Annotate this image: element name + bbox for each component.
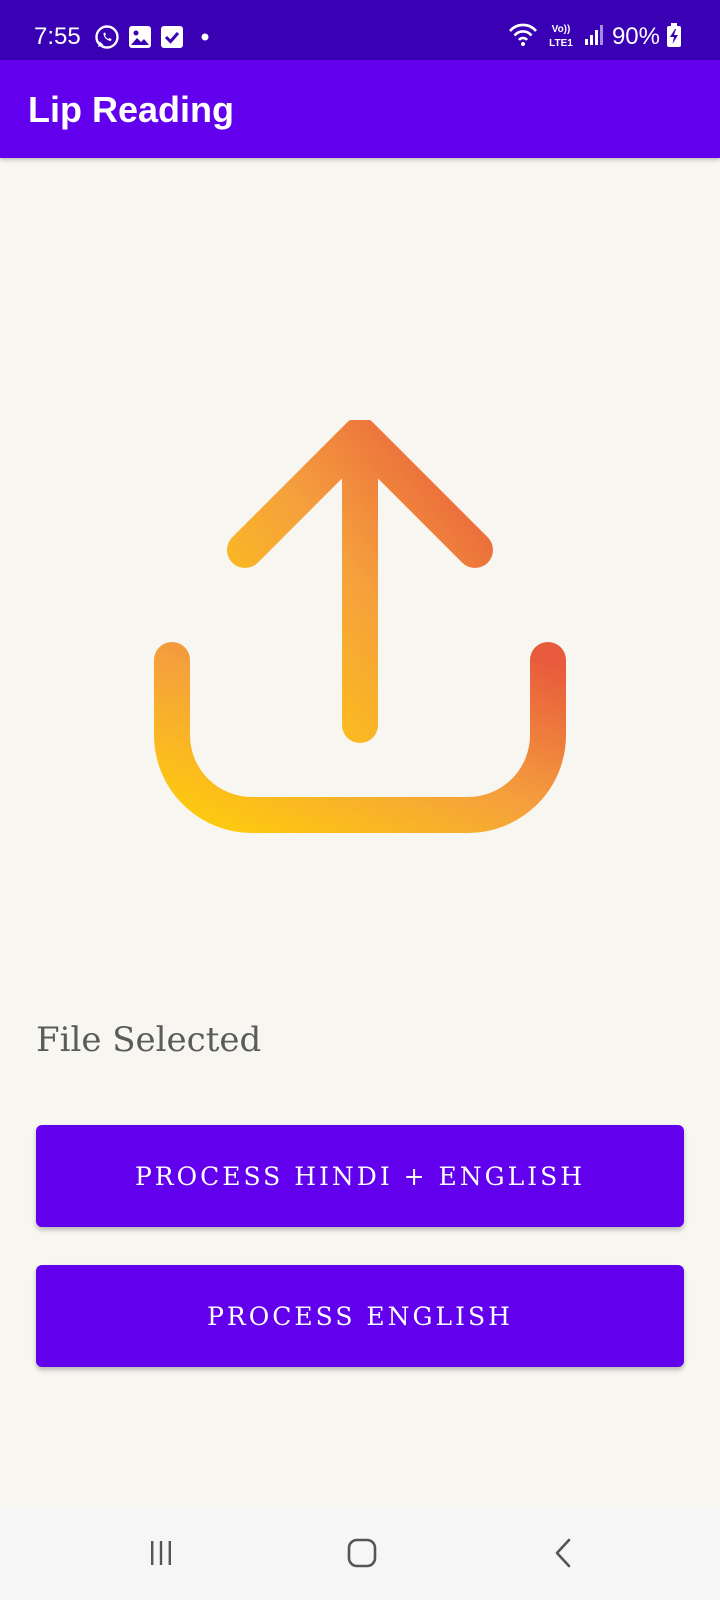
app-title: Lip Reading [28,89,234,130]
back-icon [549,1537,579,1574]
svg-text:Vo)): Vo)) [552,24,571,35]
network-label: LTE1 [549,38,573,49]
home-button[interactable] [332,1530,392,1580]
file-status-text: File Selected [36,1020,262,1060]
process-english-button[interactable]: PROCESS ENGLISH [36,1265,684,1367]
status-bar: 7:55 Vo)) LTE1 90% [0,0,720,60]
status-time: 7:55 [34,23,81,50]
volte-icon: Vo)) LTE1 [544,21,578,54]
process-hindi-english-button[interactable]: PROCESS HINDI + ENGLISH [36,1125,684,1227]
wifi-icon [508,22,538,53]
dot-icon [192,25,214,49]
whatsapp-icon [94,24,120,50]
navigation-bar [0,1510,720,1600]
battery-charging-icon [666,22,682,53]
recent-apps-icon [146,1538,176,1573]
system-status-icons: Vo)) LTE1 90% [508,20,682,54]
checkbox-icon [160,25,184,49]
battery-percent: 90% [611,23,660,50]
recent-apps-button[interactable] [131,1530,191,1580]
notification-icons [94,24,214,50]
app-bar: Lip Reading [0,60,720,158]
home-icon [346,1537,378,1574]
upload-icon[interactable] [150,417,570,840]
back-button[interactable] [534,1530,594,1580]
signal-icon [584,23,606,52]
gallery-icon [128,25,152,49]
